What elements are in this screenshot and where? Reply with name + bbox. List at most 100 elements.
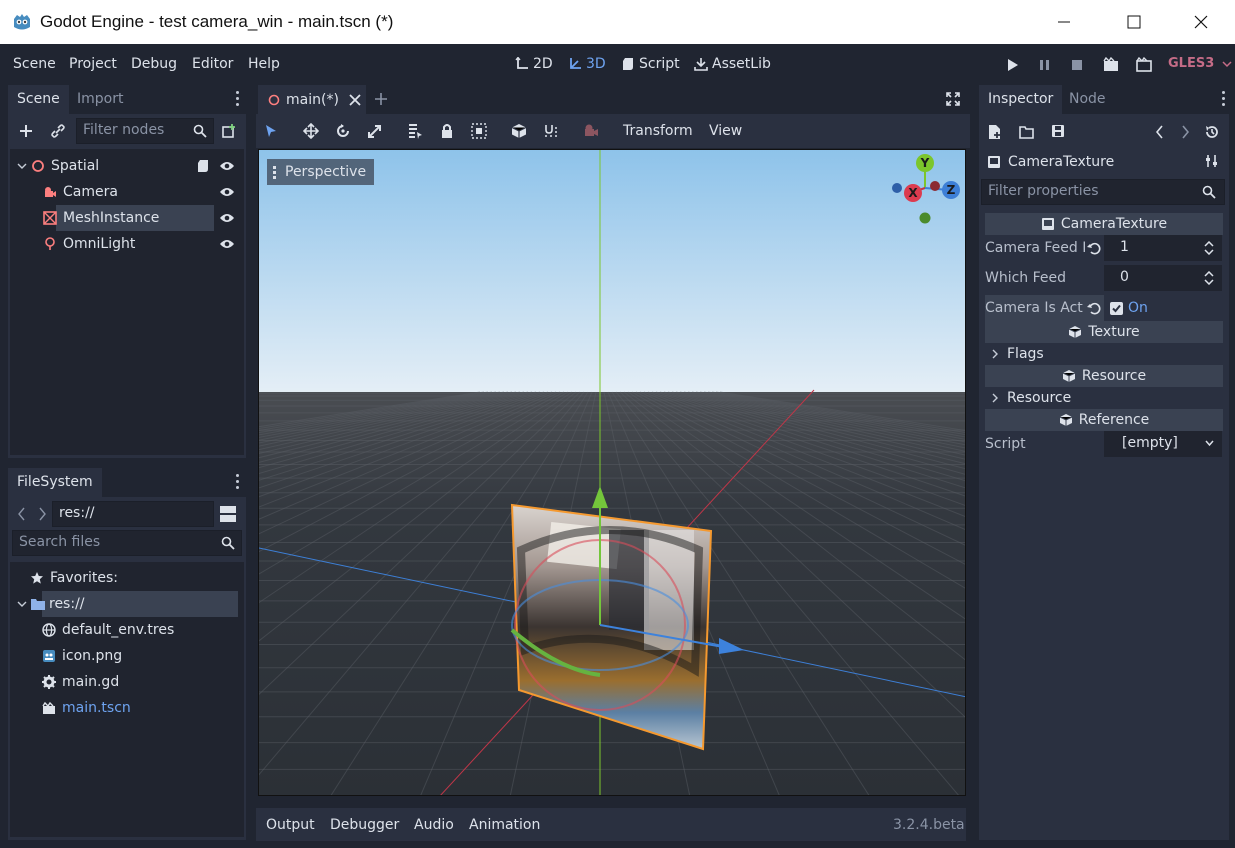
tab-animation[interactable]: Animation <box>469 817 540 833</box>
tree-node-meshinstance[interactable]: MeshInstance <box>10 205 244 231</box>
history-icon[interactable] <box>1205 125 1219 139</box>
section-texture[interactable]: Texture <box>985 321 1223 343</box>
transform-menu[interactable]: Transform <box>623 123 693 139</box>
tab-output[interactable]: Output <box>266 817 315 833</box>
object-properties-icon[interactable] <box>1205 154 1219 168</box>
section-resource[interactable]: Resource <box>985 365 1223 387</box>
tab-inspector[interactable]: Inspector <box>979 85 1063 114</box>
open-folder-icon[interactable] <box>1019 125 1035 139</box>
file-item-icon-png[interactable]: icon.png <box>10 643 244 669</box>
mode-3d-button[interactable]: 3D <box>568 56 606 72</box>
tab-filesystem[interactable]: FileSystem <box>8 468 102 497</box>
visibility-eye-icon[interactable] <box>219 160 235 172</box>
stop-icon[interactable] <box>1068 57 1086 73</box>
play-scene-icon[interactable] <box>1102 57 1120 73</box>
3d-viewport[interactable]: Perspective Y X Z <box>258 149 966 796</box>
tree-node-camera[interactable]: Camera <box>10 179 244 205</box>
menu-project[interactable]: Project <box>69 56 117 72</box>
which-feed-field[interactable]: 0 <box>1104 265 1222 291</box>
revert-icon[interactable] <box>1087 301 1101 315</box>
search-files-input[interactable]: Search files <box>12 530 242 556</box>
visibility-eye-icon[interactable] <box>219 212 235 224</box>
camera-feed-id-field[interactable]: 1 <box>1104 235 1222 261</box>
mode-script-button[interactable]: Script <box>621 56 680 72</box>
mode-assetlib-button[interactable]: AssetLib <box>694 56 771 72</box>
close-window-button[interactable] <box>1166 0 1235 44</box>
gizmo-z-axis[interactable]: Z <box>942 181 960 199</box>
perspective-menu[interactable]: Perspective <box>267 159 375 185</box>
visibility-eye-icon[interactable] <box>219 238 235 250</box>
minimize-button[interactable] <box>1029 0 1099 44</box>
instance-scene-icon[interactable] <box>221 123 237 139</box>
collapse-arrow-icon[interactable] <box>17 599 27 609</box>
maximize-button[interactable] <box>1099 0 1169 44</box>
camera-is-active-checkbox[interactable]: On <box>1104 295 1222 321</box>
view-menu[interactable]: View <box>709 123 742 139</box>
fullscreen-icon[interactable] <box>946 92 960 106</box>
file-item-default-env[interactable]: default_env.tres <box>10 617 244 643</box>
tab-main-scene[interactable]: main(*) <box>258 85 366 114</box>
move-tool-icon[interactable] <box>303 123 319 139</box>
add-node-icon[interactable] <box>18 123 34 139</box>
save-icon[interactable] <box>1051 124 1065 138</box>
pause-icon[interactable] <box>1036 57 1054 73</box>
menu-debug[interactable]: Debug <box>131 56 177 72</box>
group-icon[interactable] <box>471 123 487 139</box>
tab-audio[interactable]: Audio <box>414 817 454 833</box>
history-back-icon[interactable] <box>1156 125 1164 139</box>
scale-tool-icon[interactable] <box>367 123 383 139</box>
script-field[interactable]: [empty] <box>1104 431 1222 457</box>
file-item-main-tscn[interactable]: main.tscn <box>10 695 244 721</box>
tree-node-omnilight[interactable]: OmniLight <box>10 231 244 257</box>
new-resource-icon[interactable] <box>988 124 1002 140</box>
select-tool-icon[interactable] <box>264 124 278 138</box>
gizmo-y-axis[interactable]: Y <box>916 154 934 172</box>
close-tab-icon[interactable] <box>349 93 361 106</box>
renderer-selector[interactable]: GLES3 <box>1168 56 1232 71</box>
link-icon[interactable] <box>50 123 66 139</box>
visibility-eye-icon[interactable] <box>219 186 235 198</box>
file-item-main-gd[interactable]: main.gd <box>10 669 244 695</box>
menu-scene[interactable]: Scene <box>13 56 56 72</box>
collapse-arrow-icon[interactable] <box>17 161 27 171</box>
tab-debugger[interactable]: Debugger <box>330 817 399 833</box>
menu-editor[interactable]: Editor <box>192 56 233 72</box>
dock-menu-icon[interactable] <box>1222 91 1226 107</box>
chevron-down-icon[interactable] <box>1205 440 1214 447</box>
snap-icon[interactable] <box>543 123 559 139</box>
history-forward-icon[interactable] <box>1181 125 1189 139</box>
list-select-icon[interactable] <box>407 123 423 139</box>
folder-res-item[interactable]: res:// <box>10 591 244 617</box>
play-custom-scene-icon[interactable] <box>1135 57 1153 73</box>
lock-icon[interactable] <box>440 123 454 139</box>
revert-icon[interactable] <box>1087 241 1101 255</box>
split-view-icon[interactable] <box>220 505 236 523</box>
object-header[interactable]: CameraTexture <box>987 154 1114 170</box>
resource-group[interactable]: Resource <box>985 387 1223 409</box>
filter-properties-input[interactable]: Filter properties <box>981 179 1225 205</box>
section-reference[interactable]: Reference <box>985 409 1223 431</box>
local-space-icon[interactable] <box>511 123 527 139</box>
viewport-render[interactable] <box>259 150 966 796</box>
play-icon[interactable] <box>1004 57 1022 73</box>
camera-preview-icon[interactable] <box>583 123 599 139</box>
tab-import[interactable]: Import <box>68 85 132 114</box>
tab-scene[interactable]: Scene <box>8 85 69 114</box>
filter-nodes-input[interactable]: Filter nodes <box>76 118 214 144</box>
forward-arrow-icon[interactable] <box>38 507 46 521</box>
rotate-tool-icon[interactable] <box>335 123 351 139</box>
back-arrow-icon[interactable] <box>18 507 26 521</box>
path-field[interactable]: res:// <box>52 501 214 527</box>
favorites-item[interactable]: Favorites: <box>10 565 244 591</box>
section-camera-texture[interactable]: CameraTexture <box>985 213 1223 235</box>
dock-menu-icon[interactable] <box>236 474 240 490</box>
menu-help[interactable]: Help <box>248 56 280 72</box>
gizmo-x-axis[interactable]: X <box>904 184 922 202</box>
orientation-gizmo[interactable]: Y X Z <box>889 152 965 230</box>
new-tab-icon[interactable] <box>374 92 388 106</box>
script-attached-icon[interactable] <box>196 159 210 173</box>
spinner-arrows-icon[interactable] <box>1204 241 1214 255</box>
dock-menu-icon[interactable] <box>236 91 240 107</box>
mode-2d-button[interactable]: 2D <box>515 56 553 72</box>
spinner-arrows-icon[interactable] <box>1204 271 1214 285</box>
